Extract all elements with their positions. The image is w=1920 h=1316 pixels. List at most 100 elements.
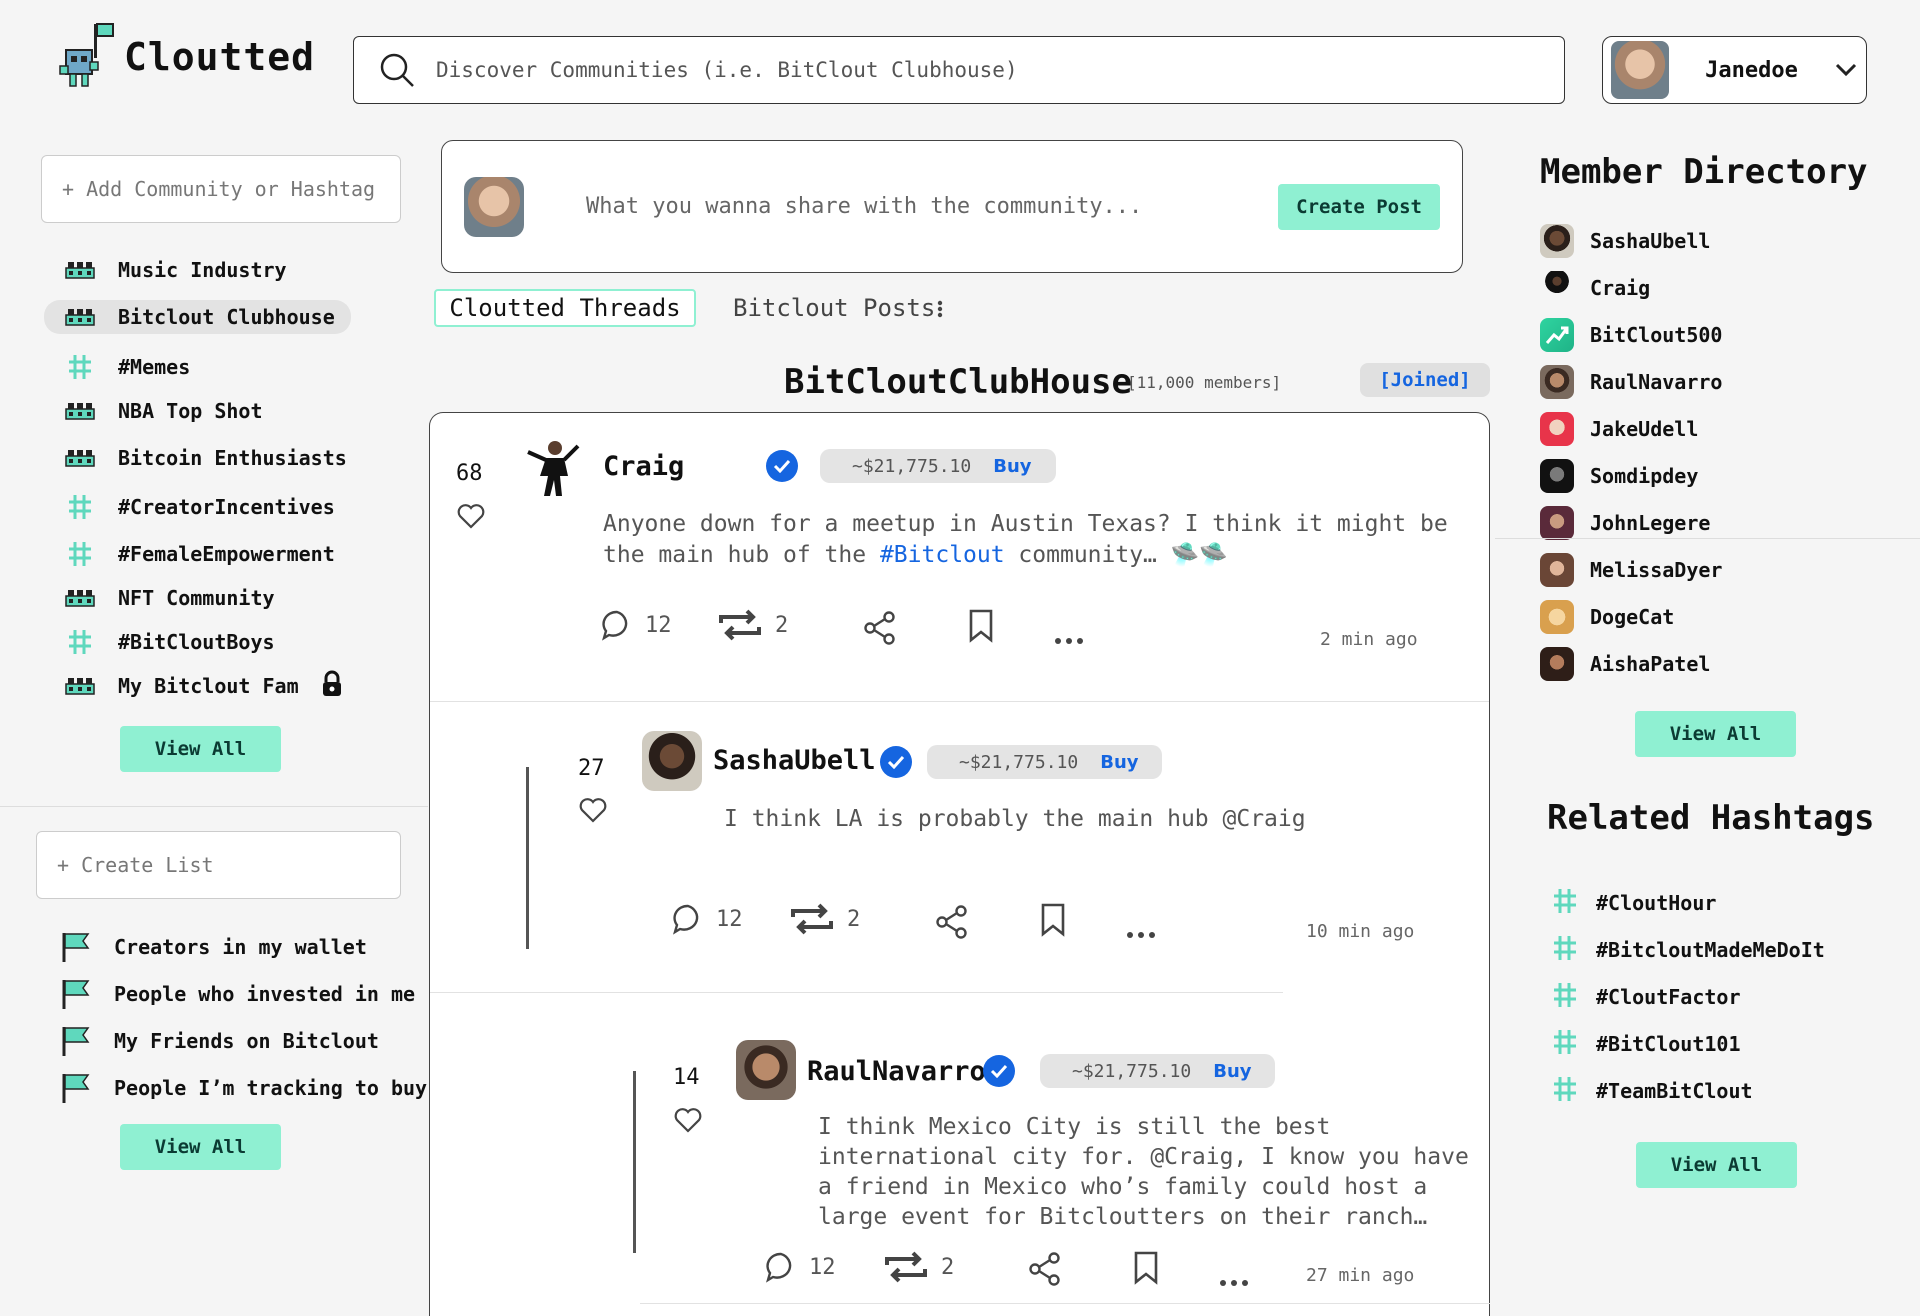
tab-bitclout-posts[interactable]: Bitclout Posts xyxy=(733,289,945,327)
composer-placeholder[interactable]: What you wanna share with the community.… xyxy=(586,194,1278,219)
member-item[interactable]: Somdipdey xyxy=(1540,459,1698,493)
hashtags-view-all-button[interactable]: View All xyxy=(1636,1142,1797,1188)
sidebar-list-item[interactable]: My Friends on Bitclout xyxy=(40,1024,395,1058)
member-item[interactable]: JohnLegere xyxy=(1540,506,1710,540)
sidebar-list-item[interactable]: Creators in my wallet xyxy=(40,930,383,964)
buy-button[interactable]: Buy xyxy=(1213,1061,1251,1082)
share-icon[interactable] xyxy=(863,611,897,645)
logo[interactable]: Cloutted xyxy=(58,22,315,92)
create-post-button[interactable]: Create Post xyxy=(1278,183,1440,230)
bookmark-icon[interactable] xyxy=(1040,903,1066,937)
joined-button[interactable]: [Joined] xyxy=(1360,363,1490,397)
comment-icon xyxy=(602,610,628,641)
create-list-input[interactable]: + Create List xyxy=(36,831,401,899)
post-hashtag-link[interactable]: #Bitclout xyxy=(880,542,1005,568)
sidebar-community-item[interactable]: Bitcoin Enthusiasts xyxy=(44,441,363,475)
reclout-count: 2 xyxy=(775,612,789,638)
related-hashtag-item[interactable]: #CloutHour xyxy=(1552,886,1716,920)
share-icon[interactable] xyxy=(935,905,969,939)
comment-count: 12 xyxy=(716,906,743,932)
sidebar-community-item[interactable]: Music Industry xyxy=(44,253,303,287)
add-community-input[interactable]: + Add Community or Hashtag xyxy=(41,155,401,223)
related-hashtag-label: #BitcloutMadeMeDoIt xyxy=(1596,938,1825,962)
member-item[interactable]: RaulNavarro xyxy=(1540,365,1722,399)
related-hashtag-item[interactable]: #BitClout101 xyxy=(1552,1027,1741,1061)
member-item[interactable]: AishaPatel xyxy=(1540,647,1710,681)
coin-price: ~$21,775.10 xyxy=(959,751,1079,773)
sidebar-community-item[interactable]: #BitCloutBoys xyxy=(44,625,291,659)
post-author[interactable]: SashaUbell xyxy=(713,745,876,776)
sidebar-list-item[interactable]: People who invested in me xyxy=(40,977,431,1011)
heart-icon[interactable] xyxy=(579,797,607,823)
related-hashtag-label: #TeamBitClout xyxy=(1596,1079,1753,1103)
members-view-all-button[interactable]: View All xyxy=(1635,711,1796,757)
reclout-action[interactable]: 2 xyxy=(717,609,788,641)
search-icon xyxy=(380,53,414,87)
comment-action[interactable]: 12 xyxy=(672,903,743,935)
sidebar-list-label: My Friends on Bitclout xyxy=(114,1029,379,1053)
member-item[interactable]: Craig xyxy=(1540,271,1650,305)
member-item[interactable]: DogeCat xyxy=(1540,600,1674,634)
post-author[interactable]: RaulNavarro xyxy=(807,1056,986,1087)
sidebar-community-item[interactable]: My Bitclout Fam xyxy=(44,669,359,703)
related-hashtag-label: #BitClout101 xyxy=(1596,1032,1741,1056)
related-hashtag-item[interactable]: #BitcloutMadeMeDoIt xyxy=(1552,933,1825,967)
member-name: MelissaDyer xyxy=(1590,558,1723,582)
sidebar-community-item[interactable]: NBA Top Shot xyxy=(44,394,279,428)
sidebar-community-item[interactable]: #CreatorIncentives xyxy=(44,490,351,524)
lock-icon xyxy=(321,670,343,703)
sidebar-community-item[interactable]: #FemaleEmpowerment xyxy=(44,537,351,571)
flag-icon xyxy=(60,931,92,963)
post-time: 27 min ago xyxy=(1306,1265,1415,1286)
community-icon xyxy=(64,307,96,327)
sidebar-community-label: NFT Community xyxy=(118,586,275,610)
lists-view-all-button[interactable]: View All xyxy=(120,1124,281,1170)
heart-icon[interactable] xyxy=(674,1107,702,1133)
member-avatar xyxy=(1540,224,1574,258)
related-hashtag-item[interactable]: #CloutFactor xyxy=(1552,980,1741,1014)
member-avatar xyxy=(1540,271,1574,305)
post-author[interactable]: Craig xyxy=(603,451,684,482)
thread-line xyxy=(633,1071,636,1253)
related-hashtag-item[interactable]: #TeamBitClout xyxy=(1552,1074,1753,1108)
member-avatar xyxy=(1540,365,1574,399)
buy-button[interactable]: Buy xyxy=(993,456,1031,477)
share-icon[interactable] xyxy=(1028,1252,1062,1286)
member-item[interactable]: MelissaDyer xyxy=(1540,553,1722,587)
search-bar[interactable] xyxy=(353,36,1565,104)
tab-bitclout-posts-label: Bitclout Posts xyxy=(733,294,936,322)
more-icon[interactable] xyxy=(1054,637,1084,645)
tab-cloutted-threads[interactable]: Cloutted Threads xyxy=(434,289,696,327)
member-avatar xyxy=(1540,600,1574,634)
heart-icon[interactable] xyxy=(457,503,485,529)
reclout-action[interactable]: 2 xyxy=(789,903,860,935)
member-item[interactable]: BitClout500 xyxy=(1540,318,1722,352)
member-item[interactable]: JakeUdell xyxy=(1540,412,1698,446)
chevron-down-icon[interactable] xyxy=(1834,62,1858,78)
member-name: JohnLegere xyxy=(1590,511,1711,535)
comment-action[interactable]: 12 xyxy=(765,1251,836,1283)
member-item[interactable]: SashaUbell xyxy=(1540,224,1710,258)
buy-button[interactable]: Buy xyxy=(1100,752,1138,773)
search-input[interactable] xyxy=(436,58,1436,82)
related-hashtag-label: #CloutFactor xyxy=(1596,985,1741,1009)
bookmark-icon[interactable] xyxy=(968,609,994,643)
reclout-action[interactable]: 2 xyxy=(883,1251,954,1283)
sidebar-community-item[interactable]: Bitclout Clubhouse xyxy=(44,300,351,334)
communities-view-all-button[interactable]: View All xyxy=(120,726,281,772)
more-icon[interactable] xyxy=(1219,1279,1249,1287)
member-name: JakeUdell xyxy=(1590,417,1699,441)
more-icon[interactable] xyxy=(1126,931,1156,939)
verified-badge-icon xyxy=(983,1055,1015,1087)
user-menu[interactable]: Janedoe xyxy=(1602,36,1867,104)
kebab-icon[interactable] xyxy=(935,297,945,319)
post-composer[interactable]: What you wanna share with the community.… xyxy=(441,140,1463,273)
comment-action[interactable]: 12 xyxy=(601,609,672,641)
hashtag-icon xyxy=(64,353,96,381)
sidebar-community-item[interactable]: #Memes xyxy=(44,350,206,384)
sidebar-community-item[interactable]: NFT Community xyxy=(44,581,291,615)
community-member-count: [11,000 members] xyxy=(1127,373,1282,392)
sidebar-list-item[interactable]: People I’m tracking to buy xyxy=(40,1071,443,1105)
bookmark-icon[interactable] xyxy=(1133,1251,1159,1285)
flag-icon xyxy=(60,978,92,1010)
